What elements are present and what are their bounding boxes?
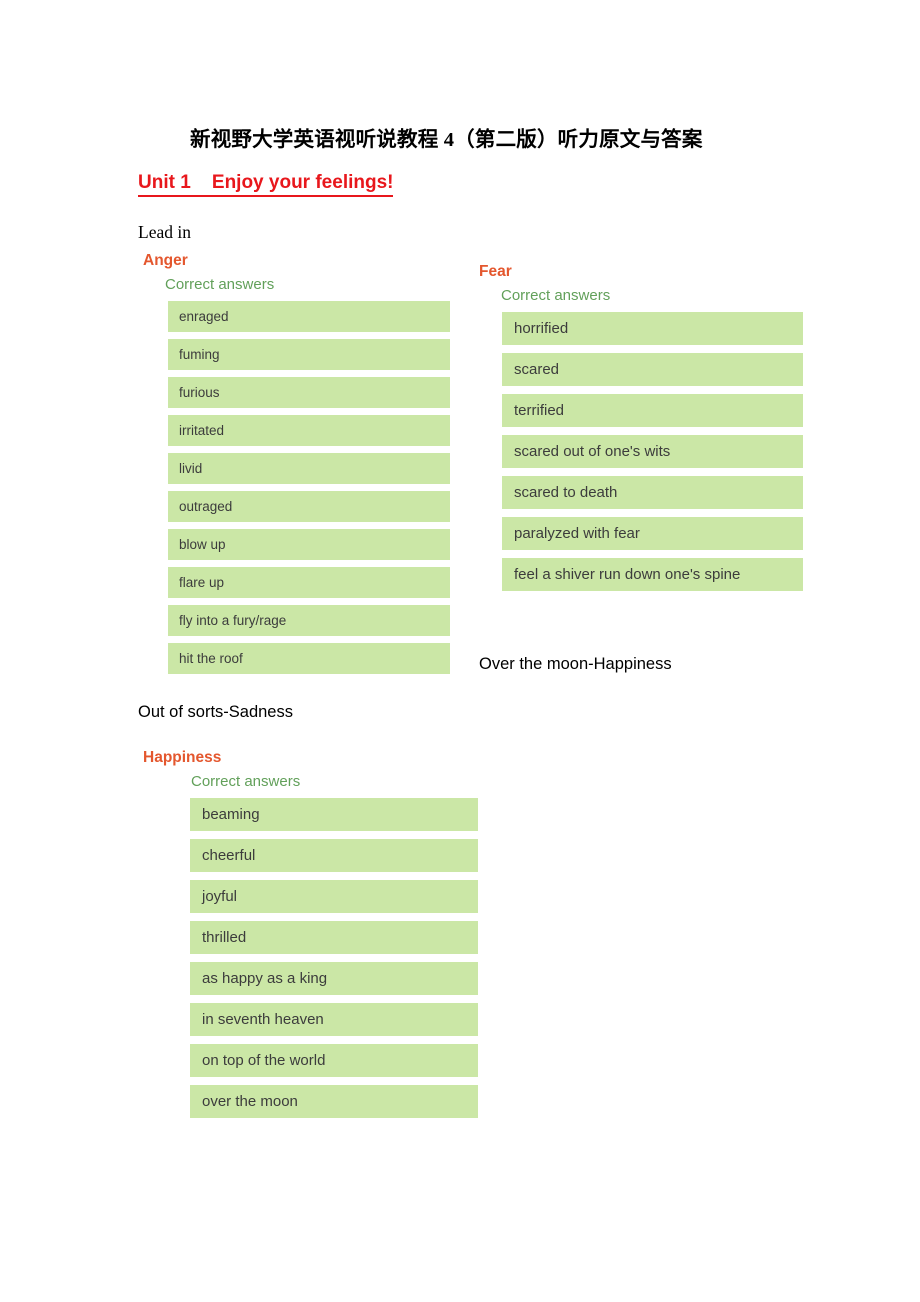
answer-item: enraged [168, 300, 450, 332]
answer-item: fuming [168, 338, 450, 370]
answer-item: cheerful [190, 838, 478, 872]
answer-item: outraged [168, 490, 450, 522]
answer-item: as happy as a king [190, 961, 478, 995]
answer-item: on top of the world [190, 1043, 478, 1077]
lead-in-label: Lead in [138, 222, 191, 242]
note-over-the-moon: Over the moon-Happiness [479, 655, 672, 673]
answer-item: hit the roof [168, 642, 450, 674]
correct-answers-label-fear: Correct answers [501, 286, 611, 304]
answer-list-happiness: beaming cheerful joyful thrilled as happ… [190, 797, 478, 1118]
quiz-block-fear: Fear Correct answers horrified scared te… [479, 263, 803, 599]
document-page: 新视野大学英语视听说教程 4（第二版）听力原文与答案 Unit 1 Enjoy … [0, 0, 920, 1302]
answer-item: scared to death [502, 475, 803, 509]
answer-item: terrified [502, 393, 803, 427]
answer-item: scared out of one's wits [502, 434, 803, 468]
answer-item: blow up [168, 528, 450, 560]
answer-item: thrilled [190, 920, 478, 954]
emotion-heading-fear: Fear [479, 263, 512, 280]
quiz-block-anger: Anger Correct answers enraged fuming fur… [143, 252, 450, 681]
answer-item: joyful [190, 879, 478, 913]
answer-item: over the moon [190, 1084, 478, 1118]
answer-list-anger: enraged fuming furious irritated livid o… [168, 300, 450, 674]
note-out-of-sorts: Out of sorts-Sadness [138, 703, 293, 721]
answer-item: horrified [502, 311, 803, 345]
emotion-heading-anger: Anger [143, 252, 188, 269]
answer-item: feel a shiver run down one's spine [502, 557, 803, 591]
emotion-heading-happiness: Happiness [143, 749, 222, 766]
answer-item: flare up [168, 566, 450, 598]
answer-item: paralyzed with fear [502, 516, 803, 550]
correct-answers-label-happiness: Correct answers [191, 772, 301, 790]
answer-item: irritated [168, 414, 450, 446]
answer-item: in seventh heaven [190, 1002, 478, 1036]
answer-item: scared [502, 352, 803, 386]
correct-answers-label-anger: Correct answers [165, 275, 275, 293]
answer-item: livid [168, 452, 450, 484]
page-title: 新视野大学英语视听说教程 4（第二版）听力原文与答案 [190, 129, 703, 151]
answer-list-fear: horrified scared terrified scared out of… [502, 311, 803, 591]
answer-item: fly into a fury/rage [168, 604, 450, 636]
answer-item: furious [168, 376, 450, 408]
quiz-block-happiness: Happiness Correct answers beaming cheerf… [143, 749, 478, 1126]
unit-heading: Unit 1 Enjoy your feelings! [138, 172, 394, 197]
answer-item: beaming [190, 797, 478, 831]
